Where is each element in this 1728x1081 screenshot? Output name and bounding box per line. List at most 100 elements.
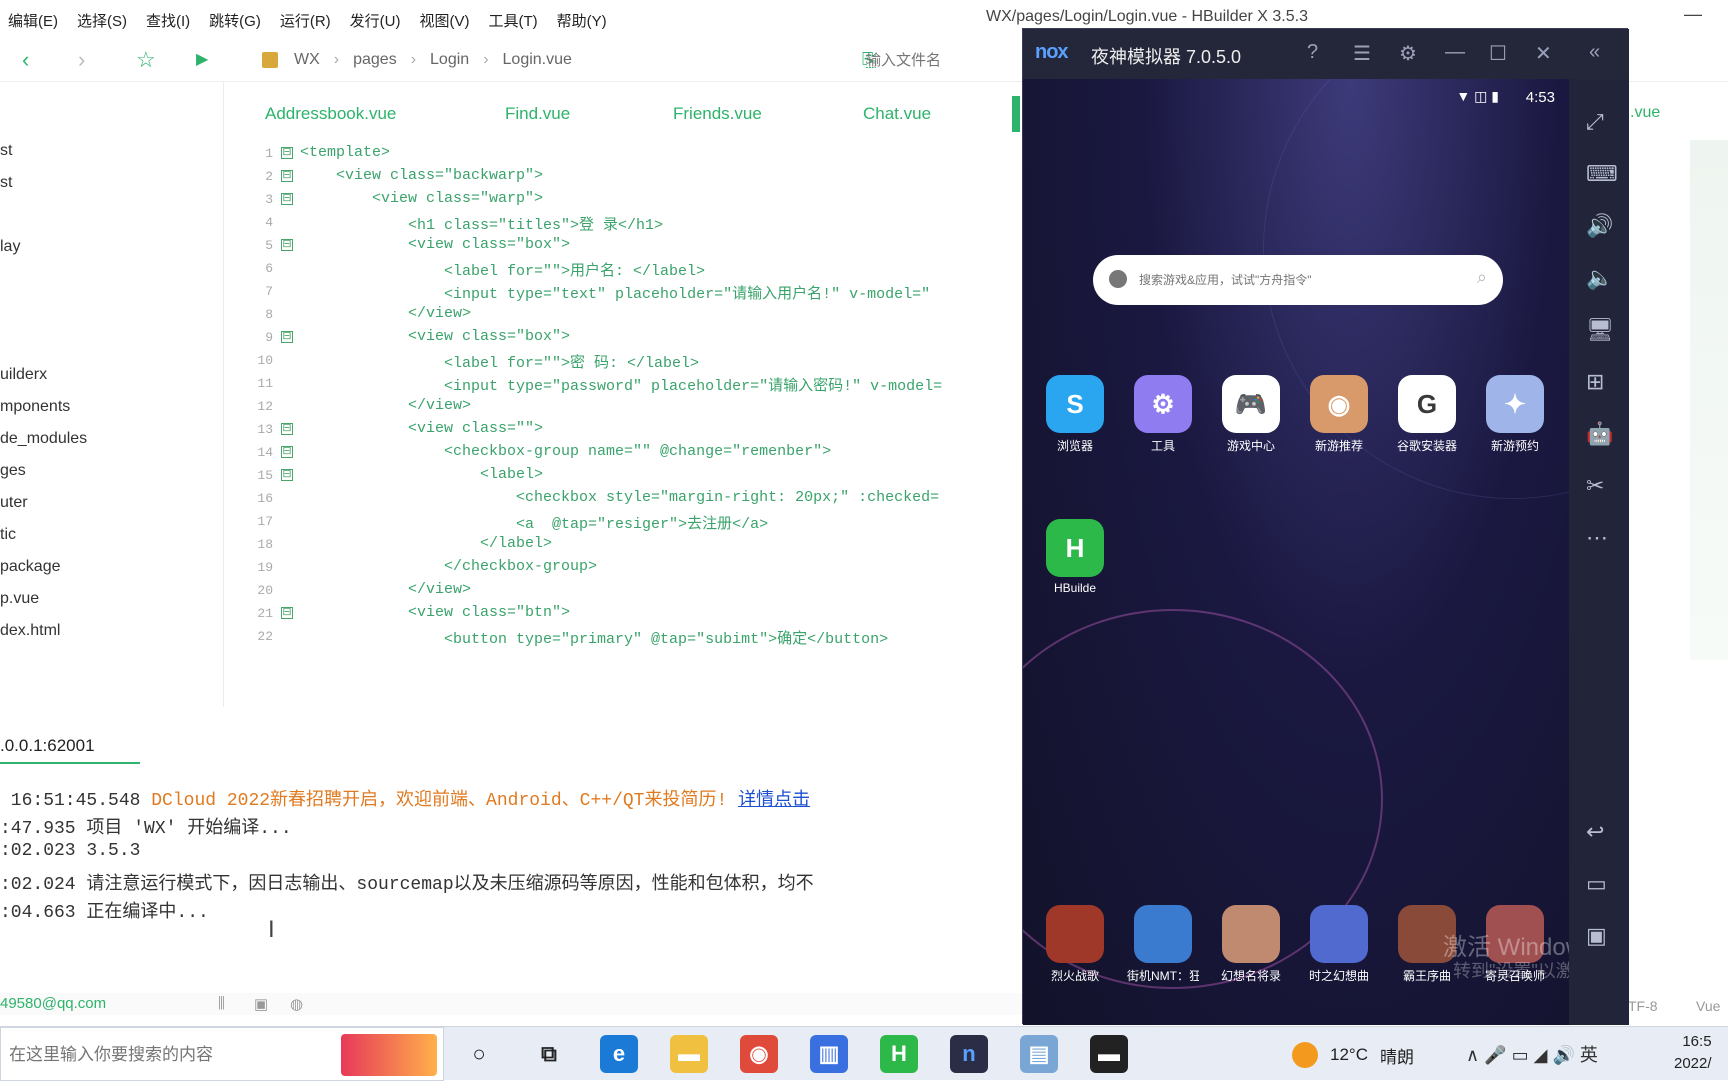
cortana-icon[interactable]: ○ (460, 1035, 498, 1073)
breadcrumb-item[interactable]: pages (353, 51, 397, 69)
dock-app-2[interactable]: 街机NMT：狂... (1127, 905, 1199, 984)
file-name-input[interactable] (866, 46, 1016, 74)
forward-icon[interactable]: › (78, 48, 85, 72)
globe-icon[interactable]: ◍ (290, 995, 303, 1013)
code-line[interactable]: </checkbox-group> (300, 558, 597, 575)
sidebar-item[interactable]: ges (0, 462, 26, 480)
fold-toggle-icon[interactable]: ⊟ (281, 331, 293, 343)
file-explorer-icon[interactable]: ▬ (670, 1035, 708, 1073)
sidebar-item[interactable]: lay (0, 238, 20, 256)
tab-friends[interactable]: Friends.vue (673, 104, 762, 124)
fold-toggle-icon[interactable]: ⊟ (281, 147, 293, 159)
code-line[interactable]: <label> (300, 466, 543, 483)
maximize-icon[interactable]: ☐ (1489, 41, 1507, 66)
app-icon-7[interactable]: H HBuilde (1039, 519, 1111, 595)
menu-icon[interactable]: ☰ (1353, 41, 1371, 66)
dock-app-1[interactable]: 烈火战歌 (1039, 905, 1111, 984)
app-icon-3[interactable]: 🎮 游戏中心 (1215, 375, 1287, 454)
scissors-icon[interactable]: ✂ (1586, 473, 1604, 499)
sidebar-item[interactable]: uter (0, 494, 28, 512)
volume-down-icon[interactable]: 🔈 (1586, 265, 1613, 291)
dock-app-4[interactable]: 时之幻想曲 (1303, 905, 1375, 984)
menu-item[interactable]: 视图(V) (420, 10, 470, 31)
collapse-sidebar-icon[interactable]: « (1589, 41, 1600, 64)
menu-item[interactable]: 选择(S) (77, 10, 127, 31)
edge-icon[interactable]: e (600, 1035, 638, 1073)
settings-icon[interactable]: ⚙ (1399, 41, 1417, 66)
tab-addressbook[interactable]: Addressbook.vue (265, 104, 396, 124)
code-line[interactable]: <input type="text" placeholder="请输入用户名!"… (300, 282, 930, 303)
volume-up-icon[interactable]: 🔊 (1586, 213, 1613, 239)
app-icon-1[interactable]: S 浏览器 (1039, 375, 1111, 454)
sidebar-item[interactable]: tic (0, 526, 16, 544)
keyboard-icon[interactable]: ⌨ (1586, 161, 1618, 187)
console-tab[interactable]: .0.0.1:62001 (0, 736, 95, 756)
close-icon[interactable]: ✕ (1535, 41, 1552, 66)
minimize-icon[interactable]: — (1445, 41, 1465, 64)
home-icon[interactable]: ▭ (1586, 871, 1607, 897)
app-icon-4[interactable]: ◉ 新游推荐 (1303, 375, 1375, 454)
app-icon[interactable]: ▥ (810, 1035, 848, 1073)
code-editor[interactable]: 1 ⊟ <template> 2 ⊟ <view class="backwarp"> 3 ⊟… (225, 140, 1025, 705)
search-highlight-image[interactable] (341, 1034, 437, 1076)
language-label[interactable]: Vue (1696, 998, 1720, 1014)
code-line[interactable]: </view> (300, 397, 471, 414)
sidebar-item[interactable]: st (0, 142, 12, 160)
breadcrumb-item[interactable]: WX (294, 51, 320, 69)
breadcrumb-item[interactable]: Login.vue (503, 51, 572, 69)
fold-toggle-icon[interactable]: ⊟ (281, 469, 293, 481)
fold-toggle-icon[interactable]: ⊟ (281, 170, 293, 182)
code-line[interactable]: <checkbox-group name="" @change="remenbe… (300, 443, 831, 460)
app-icon-5[interactable]: G 谷歌安装器 (1391, 375, 1463, 454)
screen-icon[interactable]: 🖥 (1586, 317, 1614, 343)
fold-toggle-icon[interactable]: ⊟ (281, 446, 293, 458)
code-line[interactable]: <button type="primary" @tap="subimt">确定<… (300, 627, 888, 648)
menu-item[interactable]: 查找(I) (146, 10, 190, 31)
account-email[interactable]: 49580@qq.com (0, 995, 106, 1012)
minimap[interactable] (1690, 140, 1728, 660)
taskbar-clock[interactable]: 16:5 2022/ (1674, 1031, 1712, 1075)
fold-toggle-icon[interactable]: ⊟ (281, 607, 293, 619)
minimize-icon[interactable]: — (1684, 4, 1702, 25)
sidebar-item[interactable]: uilderx (0, 366, 47, 384)
code-line[interactable]: <template> (300, 144, 390, 161)
system-tray[interactable]: ∧ 🎤 ▭ ◢ 🔊 英 (1466, 1041, 1598, 1067)
nox-icon[interactable]: n (950, 1035, 988, 1073)
fold-toggle-icon[interactable]: ⊟ (281, 423, 293, 435)
menu-item[interactable]: 编辑(E) (8, 10, 58, 31)
console-link[interactable]: 详情点击 (738, 791, 810, 811)
task-view-icon[interactable]: ⧉ (530, 1035, 568, 1073)
code-line[interactable]: <label for="">密 码: </label> (300, 351, 699, 372)
code-line[interactable]: <view class="box"> (300, 236, 570, 253)
panel-icon[interactable]: ⫼ (218, 995, 225, 1012)
tab-find[interactable]: Find.vue (505, 104, 570, 124)
menu-item[interactable]: 发行(U) (350, 10, 401, 31)
sidebar-item[interactable]: package (0, 558, 61, 576)
code-line[interactable]: <view class="warp"> (300, 190, 543, 207)
code-line[interactable]: <a @tap="resiger">去注册</a> (300, 512, 768, 533)
code-line[interactable]: <label for="">用户名: </label> (300, 259, 705, 280)
screenshot-icon[interactable]: ⊞ (1586, 369, 1604, 395)
tab-chat[interactable]: Chat.vue (863, 104, 931, 124)
sidebar-item[interactable]: mponents (0, 398, 70, 416)
encoding-label[interactable]: TF-8 (1628, 998, 1658, 1014)
code-line[interactable]: <h1 class="titles">登 录</h1> (300, 213, 663, 234)
code-line[interactable]: <view class=""> (300, 420, 543, 437)
taskbar-search-input[interactable] (9, 1043, 309, 1067)
breadcrumb-item[interactable]: Login (430, 51, 469, 69)
more-icon[interactable]: ⋯ (1586, 525, 1608, 551)
code-line[interactable]: </label> (300, 535, 552, 552)
android-search-bar[interactable]: ⌕ (1093, 255, 1503, 305)
back-icon[interactable]: ↩ (1586, 819, 1604, 845)
recent-apps-icon[interactable]: ▣ (1586, 923, 1607, 949)
fold-toggle-icon[interactable]: ⊟ (281, 193, 293, 205)
fullscreen-icon[interactable]: ⤢ (1586, 109, 1604, 135)
fold-toggle-icon[interactable]: ⊟ (281, 239, 293, 251)
console-output[interactable]: 16:51:45.548 DCloud 2022新春招聘开启，欢迎前端、Andr… (0, 785, 1024, 965)
app-icon-2[interactable]: ⚙ 工具 (1127, 375, 1199, 454)
android-screen[interactable]: ▼ ◫ ▮ 4:53 ⌕ S 浏览器 ⚙ 工具 🎮 游戏中心 ◉ 新游推荐 G 谷歌安装器 ✦ 新游预… (1023, 79, 1569, 1025)
run-icon[interactable]: ▶ (196, 48, 208, 72)
code-line[interactable]: <view class="box"> (300, 328, 570, 345)
code-line[interactable]: <view class="btn"> (300, 604, 570, 621)
menu-item[interactable]: 跳转(G) (209, 10, 261, 31)
